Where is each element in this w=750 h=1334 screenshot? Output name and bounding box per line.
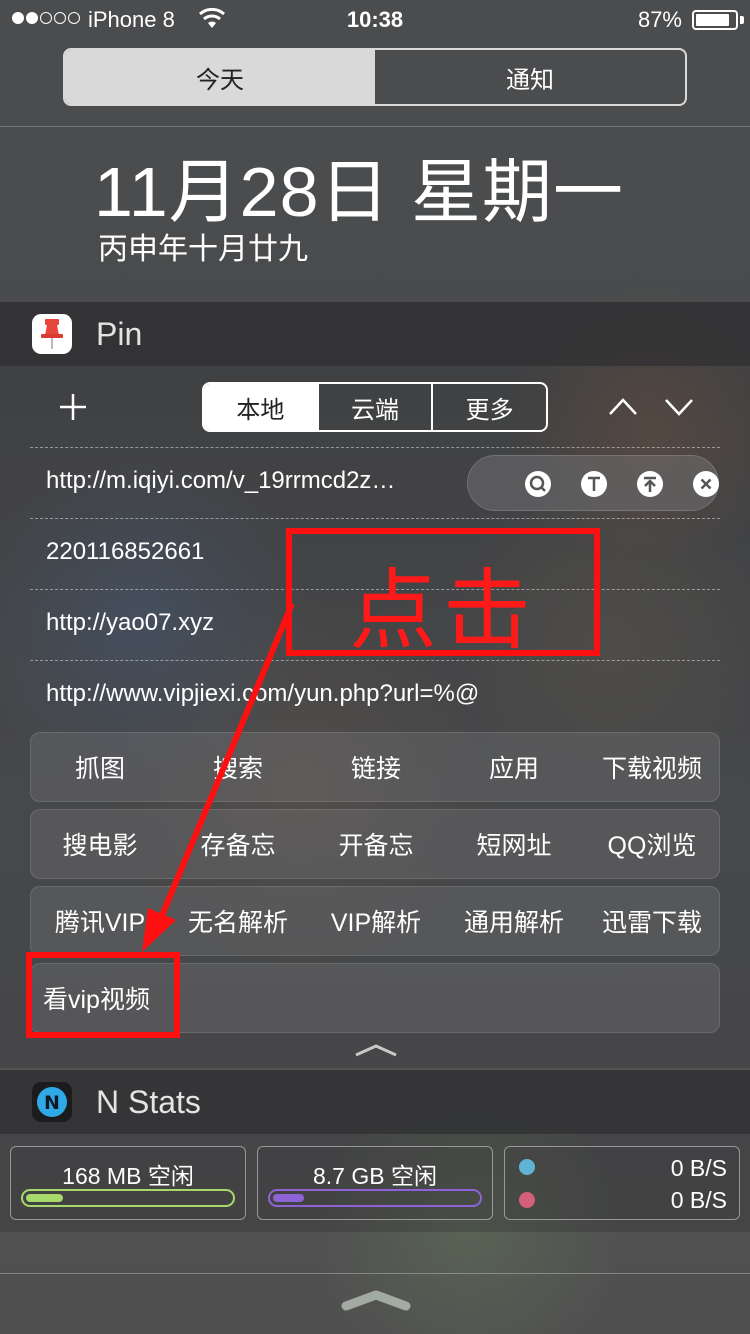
network-card[interactable]: 0 B/S 0 B/S [504, 1146, 740, 1220]
upload-indicator-icon [519, 1159, 535, 1175]
collapse-chevron-icon[interactable] [354, 1042, 398, 1058]
click-hint-box: 点击 [286, 528, 600, 662]
chevron-down-icon[interactable] [662, 394, 696, 420]
list-item-text: 220116852661 [46, 538, 205, 565]
tab-notifications[interactable]: 通知 [375, 50, 685, 104]
memory-card[interactable]: 168 MB 空闲 [10, 1146, 246, 1220]
storage-card[interactable]: 8.7 GB 空闲 [257, 1146, 493, 1220]
chevron-up-icon[interactable] [606, 394, 640, 420]
text-icon[interactable] [580, 470, 608, 498]
today-notification-switch: 今天 通知 [63, 48, 687, 106]
search-button[interactable]: 搜索 [169, 733, 307, 801]
drag-handle-icon[interactable] [340, 1288, 412, 1312]
pin-widget-header[interactable]: Pin [0, 302, 750, 366]
search-movie-button[interactable]: 搜电影 [31, 810, 169, 878]
battery-icon [692, 10, 738, 30]
date-heading: 11月28日 星期一 [94, 153, 624, 231]
list-item-text: http://yao07.xyz [46, 609, 215, 636]
list-item[interactable]: http://m.iqiyi.com/v_19rrmcd2z… [30, 447, 720, 518]
list-item-text: http://m.iqiyi.com/v_19rrmcd2z… [46, 467, 396, 494]
storage-usage-bar [268, 1189, 482, 1207]
download-indicator-icon [519, 1192, 535, 1208]
save-memo-button[interactable]: 存备忘 [169, 810, 307, 878]
plus-icon [60, 394, 86, 420]
notification-center: iPhone 8 10:38 87% 今天 通知 11月28日 星期一 丙申年十… [0, 0, 750, 1334]
memory-usage-bar [21, 1189, 235, 1207]
storage-usage-fill [273, 1194, 304, 1202]
upload-speed: 0 B/S [670, 1155, 727, 1181]
nstats-app-icon: N [32, 1082, 72, 1122]
app-button[interactable]: 应用 [445, 733, 583, 801]
memory-usage-fill [26, 1194, 63, 1202]
upload-icon[interactable] [636, 470, 664, 498]
vip-parse-button[interactable]: VIP解析 [307, 887, 445, 955]
qq-browser-button[interactable]: QQ浏览 [583, 810, 721, 878]
tab-local[interactable]: 本地 [204, 384, 317, 430]
click-hint-label: 点击 [348, 559, 537, 662]
status-bar: iPhone 8 10:38 87% [0, 0, 750, 42]
storage-free-label: 8.7 GB 空闲 [313, 1163, 437, 1189]
action-button-row: 搜电影 存备忘 开备忘 短网址 QQ浏览 [30, 809, 720, 879]
add-button[interactable] [54, 384, 92, 430]
general-parse-button[interactable]: 通用解析 [445, 887, 583, 955]
pin-widget-title: Pin [96, 316, 143, 352]
nstats-widget-title: N Stats [96, 1084, 201, 1120]
battery-cap [740, 16, 744, 24]
lunar-date: 丙申年十月廿九 [98, 233, 308, 266]
wuming-parse-button[interactable]: 无名解析 [169, 887, 307, 955]
capture-image-button[interactable]: 抓图 [31, 733, 169, 801]
memory-free-label: 168 MB 空闲 [62, 1163, 194, 1189]
svg-text:N: N [44, 1092, 60, 1114]
download-speed: 0 B/S [670, 1187, 727, 1213]
list-item[interactable]: http://www.vipjiexi.com/yun.php?url=%@ [30, 660, 720, 731]
download-video-button[interactable]: 下载视频 [583, 733, 721, 801]
pin-source-tabs: 本地 云端 更多 [202, 382, 548, 432]
pushpin-icon [32, 314, 72, 354]
search-icon[interactable] [524, 470, 552, 498]
battery-percentage: 87% [637, 7, 682, 32]
row-actions [467, 455, 719, 511]
nstats-widget-header[interactable]: N N Stats [0, 1070, 750, 1134]
action-button-row: 抓图 搜索 链接 应用 下载视频 [30, 732, 720, 802]
tab-today[interactable]: 今天 [65, 50, 375, 104]
short-url-button[interactable]: 短网址 [445, 810, 583, 878]
highlight-box [26, 952, 180, 1038]
close-icon[interactable] [692, 470, 720, 498]
bottom-divider [0, 1273, 750, 1274]
tencent-vip-button[interactable]: 腾讯VIP [31, 887, 169, 955]
link-button[interactable]: 链接 [307, 733, 445, 801]
tab-more[interactable]: 更多 [431, 384, 546, 430]
thunder-download-button[interactable]: 迅雷下载 [583, 887, 721, 955]
header-divider [0, 126, 750, 127]
list-item-text: http://www.vipjiexi.com/yun.php?url=%@ [46, 680, 480, 707]
tab-cloud[interactable]: 云端 [316, 384, 432, 430]
action-button-row: 腾讯VIP 无名解析 VIP解析 通用解析 迅雷下载 [30, 886, 720, 956]
open-memo-button[interactable]: 开备忘 [307, 810, 445, 878]
